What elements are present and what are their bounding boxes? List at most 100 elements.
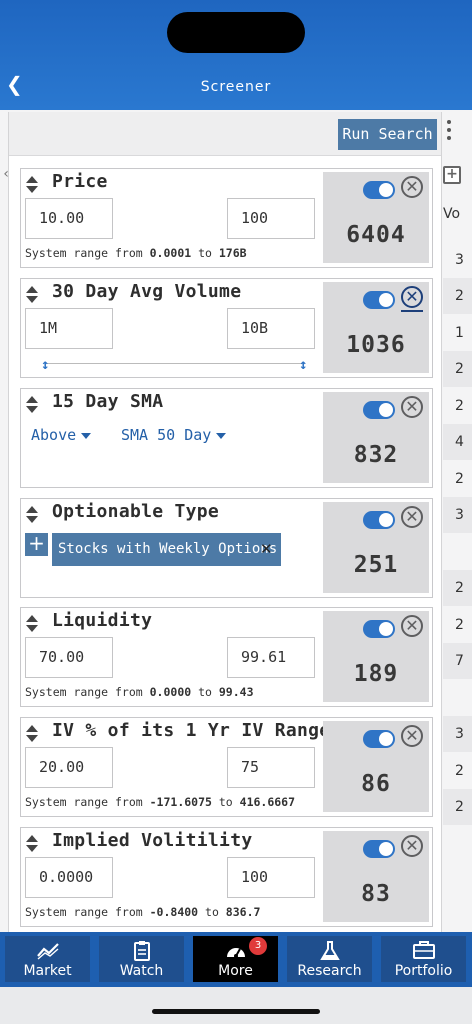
criterion-avg-volume: 30 Day Avg Volume 1M 10B ↕ ↕ ✕ 1036 bbox=[20, 278, 433, 378]
table-cell: 2 bbox=[455, 471, 464, 487]
table-cell: 3 bbox=[443, 497, 472, 533]
criterion-implied-volatility: Implied Volitility 0.0000 100 System ran… bbox=[20, 827, 433, 927]
run-search-button[interactable]: Run Search bbox=[338, 119, 437, 150]
table-cell: 1 bbox=[455, 325, 464, 341]
comparison-dropdown[interactable]: Above bbox=[31, 426, 92, 444]
enable-toggle[interactable] bbox=[363, 840, 395, 858]
slider-max-handle-icon[interactable]: ↕ bbox=[299, 357, 307, 373]
table-cell: 3 bbox=[455, 252, 464, 268]
tab-label: Research bbox=[297, 963, 362, 979]
result-box: ✕ 189 bbox=[323, 611, 429, 702]
criterion-title: 30 Day Avg Volume bbox=[52, 281, 242, 302]
match-count: 189 bbox=[353, 661, 399, 687]
notification-badge: 3 bbox=[249, 937, 267, 955]
remove-icon[interactable]: ✕ bbox=[401, 396, 423, 418]
criterion-iv-percent: IV % of its 1 Yr IV Range 20.00 75 Syste… bbox=[20, 717, 433, 817]
enable-toggle[interactable] bbox=[363, 291, 395, 309]
enable-toggle[interactable] bbox=[363, 620, 395, 638]
criterion-price: Price 10.00 100 System range from 0.0001… bbox=[20, 168, 433, 268]
tab-more[interactable]: 3 More bbox=[193, 936, 278, 982]
sort-icon[interactable] bbox=[25, 175, 39, 195]
criterion-title: 15 Day SMA bbox=[52, 391, 164, 412]
app-header: ❮ Screener bbox=[0, 0, 472, 110]
chart-line-icon bbox=[5, 940, 90, 962]
flask-icon bbox=[287, 940, 372, 962]
table-cell: 7 bbox=[443, 643, 472, 679]
enable-toggle[interactable] bbox=[363, 730, 395, 748]
tab-label: Portfolio bbox=[394, 963, 453, 979]
max-input[interactable]: 75 bbox=[227, 747, 315, 788]
tab-label: More bbox=[218, 963, 253, 979]
tab-market[interactable]: Market bbox=[5, 936, 90, 982]
tab-label: Market bbox=[23, 963, 72, 979]
volume-column: 3 2 1 2 2 4 2 3 2 2 7 3 2 2 bbox=[441, 150, 472, 930]
table-cell: 4 bbox=[443, 424, 472, 460]
caret-down-icon bbox=[81, 432, 92, 439]
match-count: 86 bbox=[361, 771, 391, 797]
clipboard-icon bbox=[99, 940, 184, 962]
sort-icon[interactable] bbox=[25, 834, 39, 854]
sort-icon[interactable] bbox=[25, 505, 39, 525]
enable-toggle[interactable] bbox=[363, 401, 395, 419]
match-count: 1036 bbox=[346, 332, 406, 358]
system-range: System range from 0.0000 to 99.43 bbox=[25, 685, 254, 699]
min-input[interactable]: 20.00 bbox=[25, 747, 113, 788]
max-input[interactable]: 100 bbox=[227, 857, 315, 898]
tab-research[interactable]: Research bbox=[287, 936, 372, 982]
remove-icon[interactable]: ✕ bbox=[401, 725, 423, 747]
min-input[interactable]: 1M bbox=[25, 308, 113, 349]
max-input[interactable]: 10B bbox=[227, 308, 315, 349]
min-input[interactable]: 70.00 bbox=[25, 637, 113, 678]
tab-bar: Market Watch 3 More Research Portfolio bbox=[0, 932, 472, 987]
tab-portfolio[interactable]: Portfolio bbox=[381, 936, 466, 982]
match-count: 251 bbox=[353, 552, 399, 578]
min-input[interactable]: 0.0000 bbox=[25, 857, 113, 898]
more-options-icon[interactable] bbox=[444, 120, 454, 146]
table-cell: 2 bbox=[443, 570, 472, 606]
system-range: System range from -0.8400 to 836.7 bbox=[25, 905, 261, 919]
criterion-title: IV % of its 1 Yr IV Range bbox=[52, 720, 331, 741]
result-box: ✕ 83 bbox=[323, 831, 429, 922]
criterion-optionable-type: Optionable Type + Stocks with Weekly Opt… bbox=[20, 498, 433, 598]
criterion-title: Liquidity bbox=[52, 610, 153, 631]
sort-icon[interactable] bbox=[25, 724, 39, 744]
sort-icon[interactable] bbox=[25, 285, 39, 305]
camera-notch bbox=[167, 12, 305, 53]
table-cell bbox=[443, 534, 472, 570]
slider-min-handle-icon[interactable]: ↕ bbox=[41, 357, 49, 373]
criterion-title: Optionable Type bbox=[52, 501, 220, 522]
table-cell: 3 bbox=[443, 716, 472, 752]
result-box: ✕ 1036 bbox=[323, 282, 429, 373]
remove-tag-icon[interactable]: ✕ bbox=[260, 533, 273, 566]
enable-toggle[interactable] bbox=[363, 181, 395, 199]
match-count: 832 bbox=[353, 442, 399, 468]
system-range: System range from 0.0001 to 176B bbox=[25, 246, 247, 260]
table-cell: 2 bbox=[455, 398, 464, 414]
safe-area bbox=[0, 987, 472, 1024]
table-cell: 2 bbox=[455, 617, 464, 633]
max-input[interactable]: 100 bbox=[227, 198, 315, 239]
remove-icon[interactable]: ✕ bbox=[401, 176, 423, 198]
range-slider[interactable]: ↕ ↕ bbox=[41, 357, 307, 373]
remove-icon[interactable]: ✕ bbox=[401, 615, 423, 637]
criterion-title: Price bbox=[52, 171, 108, 192]
sort-icon[interactable] bbox=[25, 614, 39, 634]
max-input[interactable]: 99.61 bbox=[227, 637, 315, 678]
table-cell: 2 bbox=[455, 763, 464, 779]
criterion-title: Implied Volitility bbox=[52, 830, 253, 851]
criterion-sma: 15 Day SMA Above SMA 50 Day ✕ 832 bbox=[20, 388, 433, 488]
result-box: ✕ 6404 bbox=[323, 172, 429, 263]
add-tag-button[interactable]: + bbox=[25, 533, 48, 556]
home-indicator[interactable] bbox=[152, 1009, 320, 1014]
min-input[interactable]: 10.00 bbox=[25, 198, 113, 239]
result-box: ✕ 251 bbox=[323, 502, 429, 593]
remove-icon[interactable]: ✕ bbox=[401, 835, 423, 857]
tab-watch[interactable]: Watch bbox=[99, 936, 184, 982]
reference-dropdown[interactable]: SMA 50 Day bbox=[121, 426, 227, 444]
remove-icon[interactable]: ✕ bbox=[401, 506, 423, 528]
enable-toggle[interactable] bbox=[363, 511, 395, 529]
remove-icon[interactable]: ✕ bbox=[401, 286, 423, 312]
table-cell bbox=[443, 680, 472, 716]
tag-chip: Stocks with Weekly Options ✕ bbox=[52, 533, 281, 566]
sort-icon[interactable] bbox=[25, 395, 39, 415]
